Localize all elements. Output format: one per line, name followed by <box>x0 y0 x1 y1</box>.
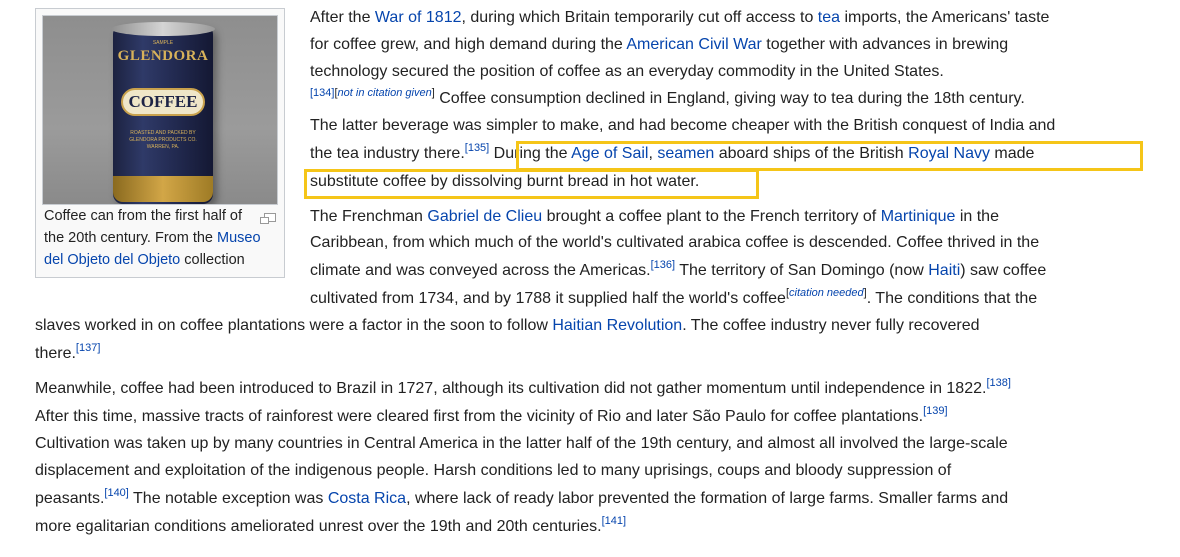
citation-138[interactable]: [138] <box>986 377 1010 389</box>
p2-line-6: there.[137] <box>35 342 100 364</box>
text: imports, the Americans' taste <box>840 9 1050 26</box>
text: The Frenchman <box>310 208 428 225</box>
text: cultivated from 1734, and by 1788 it sup… <box>310 290 786 307</box>
p1-line-6: the tea industry there.[135] During the … <box>310 142 1035 164</box>
text: Meanwhile, coffee had been introduced to… <box>35 380 987 397</box>
text: Coffee consumption declined in England, … <box>434 90 1025 107</box>
text: made <box>989 145 1035 162</box>
citation-needed-tag[interactable]: citation needed <box>789 287 864 299</box>
text: aboard ships of the British <box>714 145 909 162</box>
text: technology secured the position of coffe… <box>310 63 944 80</box>
can-bottom-text: ROASTED AND PACKED BY GLENDORA PRODUCTS … <box>129 130 197 150</box>
link-american-civil-war[interactable]: American Civil War <box>626 36 761 53</box>
link-royal-navy[interactable]: Royal Navy <box>908 145 990 162</box>
text: slaves worked in on coffee plantations w… <box>35 317 553 334</box>
p3-line-1: Meanwhile, coffee had been introduced to… <box>35 377 1011 399</box>
text: The latter beverage was simpler to make,… <box>310 117 1056 134</box>
can-label: COFFEE <box>121 88 205 116</box>
p1-line-7: substitute coffee by dissolving burnt br… <box>310 172 699 192</box>
can-base <box>113 176 213 202</box>
citation-140[interactable]: [140] <box>104 487 128 499</box>
p3-line-3: Cultivation was taken up by many countri… <box>35 434 1008 454</box>
text: Cultivation was taken up by many countri… <box>35 435 1008 452</box>
can-brand: GLENDORA <box>117 48 209 64</box>
text: During the <box>489 145 572 162</box>
p2-line-2: Caribbean, from which much of the world'… <box>310 233 1039 253</box>
not-in-citation-given-tag[interactable]: not in citation given <box>338 87 432 99</box>
text: brought a coffee plant to the French ter… <box>542 208 881 225</box>
text: substitute coffee by dissolving burnt br… <box>310 173 700 190</box>
p2-line-1: The Frenchman Gabriel de Clieu brought a… <box>310 207 999 227</box>
text: After the <box>310 9 375 26</box>
citation-139[interactable]: [139] <box>923 405 947 417</box>
text: . The coffee industry never fully recove… <box>682 317 980 334</box>
figure-caption: Coffee can from the first half of the 20… <box>44 205 276 271</box>
link-tea[interactable]: tea <box>818 9 840 26</box>
text: . The conditions that the <box>866 290 1038 307</box>
coffee-can-image[interactable]: SAMPLE GLENDORA COFFEE ROASTED AND PACKE… <box>42 15 278 205</box>
p3-line-2: After this time, massive tracts of rainf… <box>35 405 948 427</box>
can-top-text: SAMPLE <box>152 40 174 46</box>
p1-line-2: for coffee grew, and high demand during … <box>310 35 1008 55</box>
link-haiti[interactable]: Haiti <box>928 262 960 279</box>
text: climate and was conveyed across the Amer… <box>310 262 651 279</box>
text: together with advances in brewing <box>761 36 1009 53</box>
link-age-of-sail[interactable]: Age of Sail <box>571 145 648 162</box>
citation-135[interactable]: [135] <box>465 142 489 154</box>
text: The territory of San Domingo (now <box>675 262 929 279</box>
text: more egalitarian conditions ameliorated … <box>35 518 602 535</box>
text: , where lack of ready labor prevented th… <box>406 490 1009 507</box>
link-gabriel-de-clieu[interactable]: Gabriel de Clieu <box>427 208 542 225</box>
caption-text: Coffee can from the first half of the 20… <box>44 208 242 246</box>
p2-line-4: cultivated from 1734, and by 1788 it sup… <box>310 287 1038 309</box>
text: , during which Britain temporarily cut o… <box>461 9 818 26</box>
p3-line-6: more egalitarian conditions ameliorated … <box>35 515 626 537</box>
text: Caribbean, from which much of the world'… <box>310 234 1040 251</box>
text: After this time, massive tracts of rainf… <box>35 408 924 425</box>
caption-text-end: collection <box>180 252 245 268</box>
citation-141[interactable]: [141] <box>602 515 626 527</box>
text: ) saw coffee <box>960 262 1047 279</box>
text: displacement and exploitation of the ind… <box>35 462 952 479</box>
p1-line-3: technology secured the position of coffe… <box>310 62 944 82</box>
citation-134[interactable]: [134] <box>310 87 334 99</box>
link-seamen[interactable]: seamen <box>657 145 714 162</box>
link-haitian-revolution[interactable]: Haitian Revolution <box>552 317 682 334</box>
p1-line-5: The latter beverage was simpler to make,… <box>310 116 1055 136</box>
text: for coffee grew, and high demand during … <box>310 36 627 53</box>
p2-line-5: slaves worked in on coffee plantations w… <box>35 316 980 336</box>
p3-line-5: peasants.[140] The notable exception was… <box>35 487 1009 509</box>
coffee-can: SAMPLE GLENDORA COFFEE ROASTED AND PACKE… <box>111 22 215 204</box>
p2-line-3: climate and was conveyed across the Amer… <box>310 259 1047 281</box>
text: there. <box>35 345 76 362</box>
p3-line-4: displacement and exploitation of the ind… <box>35 461 951 481</box>
text: peasants. <box>35 490 105 507</box>
thumbnail-figure: SAMPLE GLENDORA COFFEE ROASTED AND PACKE… <box>35 8 285 278</box>
text: The notable exception was <box>128 490 328 507</box>
link-costa-rica[interactable]: Costa Rica <box>328 490 406 507</box>
magnify-clip-icon[interactable] <box>260 210 276 224</box>
can-lid <box>111 22 215 36</box>
text: in the <box>955 208 999 225</box>
text: , <box>648 145 658 162</box>
text: the tea industry there. <box>310 145 465 162</box>
citation-137[interactable]: [137] <box>76 342 100 354</box>
link-war-of-1812[interactable]: War of 1812 <box>375 9 462 26</box>
p1-line-1: After the War of 1812, during which Brit… <box>310 8 1049 28</box>
link-martinique[interactable]: Martinique <box>881 208 956 225</box>
p1-line-4: [134][not in citation given] Coffee cons… <box>310 87 1025 109</box>
citation-136[interactable]: [136] <box>651 259 675 271</box>
